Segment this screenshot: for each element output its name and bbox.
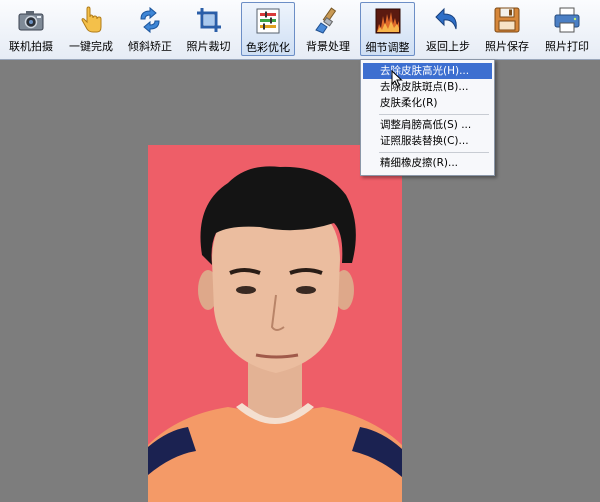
id-photo[interactable]	[148, 145, 402, 502]
menu-separator	[379, 114, 489, 115]
one-click-complete-button[interactable]: 一键完成	[64, 2, 118, 56]
toolbar: 联机拍摄 一键完成 倾斜矫正 照片裁切 色彩优化 背景处理 细节调整 返回上步 …	[0, 0, 600, 60]
one-click-complete-label: 一键完成	[69, 40, 113, 53]
id-photo-portrait	[148, 166, 402, 502]
menu-item-remove-skin-spots[interactable]: 去除皮肤斑点(B)...	[363, 79, 492, 95]
photo-crop-label: 照片裁切	[186, 40, 231, 53]
color-optimize-button[interactable]: 色彩优化	[241, 2, 295, 56]
background-process-button[interactable]: 背景处理	[301, 2, 355, 56]
detail-adjust-label: 细节调整	[365, 41, 410, 54]
detail-chart-icon	[373, 6, 403, 36]
photo-crop-button[interactable]: 照片裁切	[181, 2, 236, 56]
photo-print-button[interactable]: 照片打印	[540, 2, 594, 56]
camera-icon	[16, 5, 46, 35]
crop-icon	[194, 5, 224, 35]
menu-item-remove-skin-highlight[interactable]: 去除皮肤高光(H)...	[363, 63, 492, 79]
tilt-correction-label: 倾斜矫正	[128, 40, 172, 53]
menu-item-adjust-shoulders[interactable]: 调整肩膀高低(S) ...	[363, 117, 492, 133]
photo-save-button[interactable]: 照片保存	[480, 2, 534, 56]
online-capture-button[interactable]: 联机拍摄	[6, 2, 56, 56]
tilt-correction-button[interactable]: 倾斜矫正	[123, 2, 177, 56]
menu-item-skin-soften[interactable]: 皮肤柔化(R)	[363, 95, 492, 111]
color-sliders-icon	[253, 6, 283, 36]
detail-adjust-dropdown-menu: 去除皮肤高光(H)... 去除皮肤斑点(B)... 皮肤柔化(R) 调整肩膀高低…	[360, 59, 495, 176]
menu-item-replace-clothing[interactable]: 证照服装替换(C)...	[363, 133, 492, 149]
online-capture-label: 联机拍摄	[9, 40, 53, 53]
rotate-arrows-icon	[135, 5, 165, 35]
mouse-cursor-icon	[391, 69, 403, 88]
menu-separator	[379, 152, 489, 153]
detail-adjust-button[interactable]: 细节调整	[360, 2, 415, 56]
menu-item-fine-eraser[interactable]: 精细橡皮擦(R)...	[363, 155, 492, 171]
undo-label: 返回上步	[426, 40, 470, 53]
photo-print-label: 照片打印	[545, 40, 589, 53]
undo-arrow-icon	[433, 5, 463, 35]
undo-button[interactable]: 返回上步	[421, 2, 475, 56]
hand-pointer-icon	[76, 5, 106, 35]
printer-icon	[552, 5, 582, 35]
color-optimize-label: 色彩优化	[246, 41, 290, 54]
photo-save-label: 照片保存	[485, 40, 529, 53]
background-process-label: 背景处理	[306, 40, 350, 53]
brush-icon	[313, 5, 343, 35]
floppy-disk-icon	[492, 5, 522, 35]
